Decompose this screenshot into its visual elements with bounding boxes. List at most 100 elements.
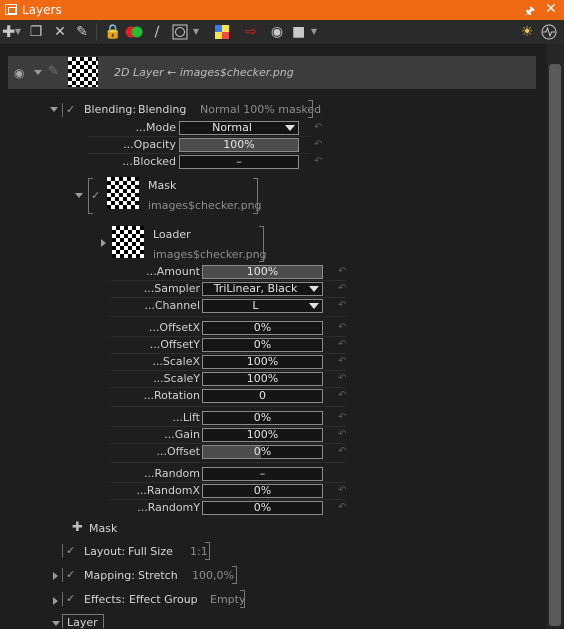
reset-icon[interactable]: ↶ xyxy=(338,283,346,294)
lift-label: ...Lift xyxy=(172,411,200,424)
blending-summary: Normal 100% masked xyxy=(200,103,322,116)
blending-expand-icon[interactable] xyxy=(50,107,58,112)
reset-icon[interactable]: ↶ xyxy=(338,429,346,440)
amount-value: 100% xyxy=(246,265,279,278)
visibility-icon[interactable]: ◉ xyxy=(268,24,286,40)
layout-value: Full Size xyxy=(128,545,173,558)
rotation-label: ...Rotation xyxy=(143,389,201,402)
mask-source: images$checker.png xyxy=(148,199,262,212)
layers-window-icon xyxy=(5,4,17,15)
mapping-expand-icon[interactable] xyxy=(53,572,58,580)
offsety-field[interactable]: 0% xyxy=(202,338,323,352)
reset-icon[interactable]: ↶ xyxy=(338,322,346,333)
layout-checkbox[interactable]: ✓ xyxy=(62,544,80,558)
blocked-field[interactable]: – xyxy=(179,155,299,169)
blocked-value: – xyxy=(236,155,242,168)
offsetx-field[interactable]: 0% xyxy=(202,321,323,335)
sampler-dropdown[interactable]: TriLinear, Black xyxy=(202,282,323,296)
loader-title: Loader xyxy=(153,228,191,241)
offset-slider[interactable]: 0% xyxy=(202,445,323,459)
opacity-value: 100% xyxy=(223,138,255,151)
add-icon[interactable]: ✚ xyxy=(2,24,15,40)
mask-check-icon[interactable]: ✓ xyxy=(91,189,100,202)
duplicate-icon[interactable]: ❐ xyxy=(28,24,44,40)
layer-pencil-icon[interactable]: ✎ xyxy=(48,64,59,79)
layer-row[interactable]: ◉ ✎ 2D Layer ← images$checker.png xyxy=(8,56,536,89)
sampler-label: ...Sampler xyxy=(143,282,200,295)
reset-icon[interactable]: ↶ xyxy=(314,139,322,150)
layer-name: 2D Layer ← images$checker.png xyxy=(114,66,294,79)
bookmark-icon[interactable]: ■ xyxy=(292,24,305,40)
randomx-value: 0% xyxy=(253,484,272,497)
mode-dropdown[interactable]: Normal xyxy=(179,121,299,135)
mapping-label: Mapping: xyxy=(84,569,135,582)
layer-thumbnail xyxy=(68,57,98,87)
lightbulb-icon[interactable]: ☀ xyxy=(520,24,534,40)
reset-icon[interactable]: ↶ xyxy=(338,300,346,311)
amount-label: ...Amount xyxy=(146,265,200,278)
rotation-field[interactable]: 0 xyxy=(202,389,323,403)
reset-icon[interactable]: ↶ xyxy=(338,390,346,401)
reset-icon[interactable]: ↶ xyxy=(338,266,346,277)
add-mask-button[interactable]: Mask xyxy=(89,522,117,535)
layout-label: Layout: xyxy=(84,545,126,558)
scalex-field[interactable]: 100% xyxy=(202,355,323,369)
reset-icon[interactable]: ↶ xyxy=(338,373,346,384)
randomx-label: ...RandomX xyxy=(136,484,200,497)
eye-icon[interactable]: ◉ xyxy=(14,66,24,80)
loader-source: images$checker.png xyxy=(153,248,267,261)
reset-icon[interactable]: ↶ xyxy=(338,356,346,367)
sampler-value: TriLinear, Black xyxy=(213,282,298,295)
edit-pencil-icon[interactable]: ✎ xyxy=(74,24,90,40)
reset-icon[interactable]: ↶ xyxy=(338,412,346,423)
add-dropdown-icon[interactable]: ▼ xyxy=(14,24,22,40)
channel-dropdown[interactable]: L xyxy=(202,299,323,313)
reset-icon[interactable]: ↶ xyxy=(314,156,322,167)
offsety-value: 0% xyxy=(253,338,272,351)
opacity-slider[interactable]: 100% xyxy=(179,138,299,152)
bookmark-dropdown-icon[interactable]: ▼ xyxy=(310,24,318,40)
offsetx-label: ...OffsetX xyxy=(148,321,200,334)
effects-expand-icon[interactable] xyxy=(53,597,58,605)
offset-value: 0% xyxy=(253,445,272,458)
scaley-field[interactable]: 100% xyxy=(202,372,323,386)
offsetx-value: 0% xyxy=(253,321,272,334)
add-mask-plus-icon[interactable]: ✚ xyxy=(72,520,83,535)
blending-label: Blending: xyxy=(84,103,137,116)
randomy-field[interactable]: 0% xyxy=(202,501,323,515)
color-channels-icon[interactable] xyxy=(125,24,143,40)
waveform-icon[interactable] xyxy=(540,24,558,40)
mask-expand-icon[interactable] xyxy=(75,193,83,198)
reset-icon[interactable]: ↶ xyxy=(338,485,346,496)
brush-icon[interactable]: ∕ xyxy=(150,24,164,40)
close-icon[interactable]: ✕ xyxy=(545,1,557,17)
mode-label: ...Mode xyxy=(135,121,176,134)
shape-icon[interactable] xyxy=(172,24,188,40)
lock-icon[interactable]: 🔒 xyxy=(104,24,121,40)
mapping-checkbox[interactable]: ✓ xyxy=(62,568,80,582)
delete-icon[interactable]: ✕ xyxy=(52,24,68,40)
channel-label: ...Channel xyxy=(144,299,200,312)
export-arrow-icon[interactable]: ⇨ xyxy=(242,24,260,40)
reset-icon[interactable]: ↶ xyxy=(338,446,346,457)
loader-expand-icon[interactable] xyxy=(101,239,106,247)
blending-value: Blending xyxy=(138,103,187,116)
blending-checkbox[interactable]: ✓ xyxy=(62,103,80,117)
window-title: Layers xyxy=(22,3,62,17)
scrollbar-thumb[interactable] xyxy=(549,64,561,626)
shape-dropdown-icon[interactable]: ▼ xyxy=(192,24,200,40)
amount-slider[interactable]: 100% xyxy=(202,265,323,279)
layer-section-expand-icon[interactable] xyxy=(52,621,60,626)
random-field[interactable]: – xyxy=(202,467,323,481)
randomx-field[interactable]: 0% xyxy=(202,484,323,498)
lift-field[interactable]: 0% xyxy=(202,411,323,425)
effects-checkbox[interactable]: ✓ xyxy=(62,592,80,606)
reset-icon[interactable]: ↶ xyxy=(338,502,346,513)
layer-section-label[interactable]: Layer xyxy=(67,616,98,629)
reset-icon[interactable]: ↶ xyxy=(338,339,346,350)
expand-layer-icon[interactable] xyxy=(34,70,42,75)
reset-icon[interactable]: ↶ xyxy=(314,122,322,133)
gain-field[interactable]: 100% xyxy=(202,428,323,442)
channel-value: L xyxy=(252,299,259,312)
color-swatch-icon[interactable] xyxy=(214,24,230,40)
